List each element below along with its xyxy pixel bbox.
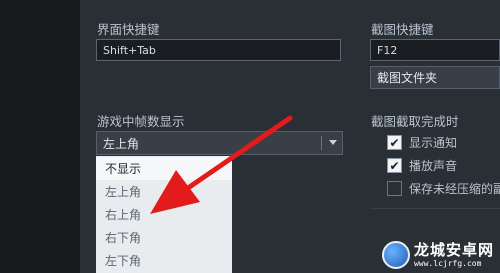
arrow-head bbox=[150, 170, 200, 214]
watermark-text: 龙城安卓网 bbox=[413, 240, 494, 259]
watermark-url: www.lcjrfg.com bbox=[413, 258, 482, 268]
android-logo-icon bbox=[381, 241, 410, 269]
watermark-logo: 龙城安卓网 www.lcjrfg.com bbox=[381, 240, 494, 269]
red-arrow-annotation bbox=[150, 115, 293, 214]
arrow-shaft bbox=[185, 115, 293, 191]
